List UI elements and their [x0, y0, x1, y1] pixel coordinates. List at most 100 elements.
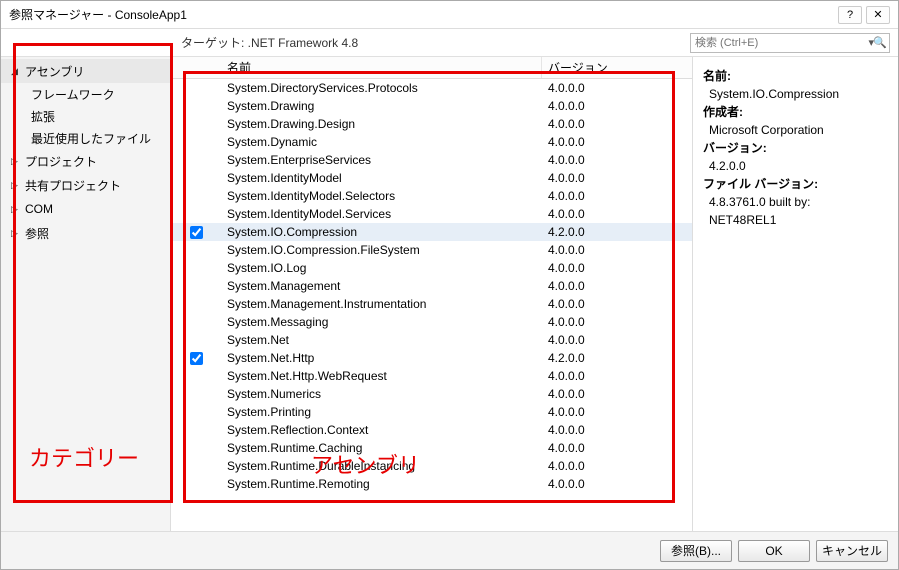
row-name: System.IdentityModel.Selectors — [221, 189, 542, 203]
row-version: 4.0.0.0 — [542, 423, 692, 437]
table-row[interactable]: System.Drawing4.0.0.0 — [171, 97, 692, 115]
row-name: System.Runtime.Remoting — [221, 477, 542, 491]
table-row[interactable]: System.IO.Compression4.2.0.0 — [171, 223, 692, 241]
table-row[interactable]: System.IO.Log4.0.0.0 — [171, 259, 692, 277]
detail-filever-label: ファイル バージョン: — [703, 177, 818, 191]
row-version: 4.0.0.0 — [542, 171, 692, 185]
row-version: 4.0.0.0 — [542, 333, 692, 347]
sidebar-label: 参照 — [25, 225, 49, 242]
sidebar-sub-framework[interactable]: フレームワーク — [1, 83, 170, 105]
row-version: 4.0.0.0 — [542, 459, 692, 473]
sidebar-item-browse[interactable]: ▷ 参照 — [1, 221, 170, 245]
table-row[interactable]: System.Net4.0.0.0 — [171, 331, 692, 349]
row-version: 4.0.0.0 — [542, 117, 692, 131]
row-version: 4.0.0.0 — [542, 189, 692, 203]
row-version: 4.0.0.0 — [542, 441, 692, 455]
sidebar-label: COM — [25, 202, 53, 216]
table-row[interactable]: System.IdentityModel4.0.0.0 — [171, 169, 692, 187]
table-row[interactable]: System.Numerics4.0.0.0 — [171, 385, 692, 403]
row-version: 4.0.0.0 — [542, 279, 692, 293]
chevron-right-icon: ▷ — [11, 180, 21, 191]
row-name: System.IdentityModel.Services — [221, 207, 542, 221]
row-name: System.IO.Log — [221, 261, 542, 275]
cancel-button[interactable]: キャンセル — [816, 540, 888, 562]
search-dropdown-icon[interactable]: ▾ — [868, 36, 874, 49]
table-row[interactable]: System.Net.Http.WebRequest4.0.0.0 — [171, 367, 692, 385]
target-label: ターゲット: .NET Framework 4.8 — [1, 34, 690, 51]
row-name: System.Drawing — [221, 99, 542, 113]
row-version: 4.2.0.0 — [542, 351, 692, 365]
row-version: 4.0.0.0 — [542, 207, 692, 221]
detail-version-label: バージョン: — [703, 141, 767, 155]
row-version: 4.0.0.0 — [542, 153, 692, 167]
table-row[interactable]: System.Management4.0.0.0 — [171, 277, 692, 295]
window-title: 参照マネージャー - ConsoleApp1 — [9, 6, 838, 23]
row-name: System.Drawing.Design — [221, 117, 542, 131]
table-row[interactable]: System.DirectoryServices.Protocols4.0.0.… — [171, 79, 692, 97]
column-checkbox — [171, 57, 221, 78]
row-name: System.Management — [221, 279, 542, 293]
row-version: 4.0.0.0 — [542, 369, 692, 383]
row-version: 4.0.0.0 — [542, 387, 692, 401]
table-row[interactable]: System.Printing4.0.0.0 — [171, 403, 692, 421]
chevron-right-icon: ▷ — [11, 204, 21, 215]
detail-author-value: Microsoft Corporation — [709, 123, 824, 137]
detail-filever-line1: 4.8.3761.0 built by: — [709, 195, 810, 209]
chevron-right-icon: ▷ — [11, 156, 21, 167]
detail-name-label: 名前: — [703, 69, 731, 83]
table-row[interactable]: System.Drawing.Design4.0.0.0 — [171, 115, 692, 133]
table-row[interactable]: System.Management.Instrumentation4.0.0.0 — [171, 295, 692, 313]
table-row[interactable]: System.IdentityModel.Services4.0.0.0 — [171, 205, 692, 223]
row-version: 4.0.0.0 — [542, 405, 692, 419]
table-row[interactable]: System.Dynamic4.0.0.0 — [171, 133, 692, 151]
row-version: 4.2.0.0 — [542, 225, 692, 239]
sidebar-item-assemblies[interactable]: ◢ アセンブリ — [1, 59, 170, 83]
table-row[interactable]: System.Reflection.Context4.0.0.0 — [171, 421, 692, 439]
row-name: System.Net.Http — [221, 351, 542, 365]
table-row[interactable]: System.IdentityModel.Selectors4.0.0.0 — [171, 187, 692, 205]
detail-name-value: System.IO.Compression — [709, 87, 839, 101]
row-checkbox[interactable] — [190, 352, 203, 365]
row-version: 4.0.0.0 — [542, 261, 692, 275]
column-header-version[interactable]: バージョン — [542, 57, 692, 78]
sidebar-sub-extensions[interactable]: 拡張 — [1, 105, 170, 127]
table-row[interactable]: System.Runtime.Caching4.0.0.0 — [171, 439, 692, 457]
sidebar-item-com[interactable]: ▷ COM — [1, 197, 170, 221]
row-name: System.IO.Compression — [221, 225, 542, 239]
sidebar-item-shared[interactable]: ▷ 共有プロジェクト — [1, 173, 170, 197]
help-button[interactable]: ? — [838, 6, 862, 24]
detail-version-value: 4.2.0.0 — [709, 159, 746, 173]
column-header-name[interactable]: 名前 — [221, 57, 542, 78]
row-name: System.Dynamic — [221, 135, 542, 149]
row-version: 4.0.0.0 — [542, 243, 692, 257]
row-version: 4.0.0.0 — [542, 297, 692, 311]
row-name: System.EnterpriseServices — [221, 153, 542, 167]
table-row[interactable]: System.Runtime.Remoting4.0.0.0 — [171, 475, 692, 493]
ok-button[interactable]: OK — [738, 540, 810, 562]
search-icon[interactable]: 🔍 — [873, 36, 887, 49]
row-name: System.DirectoryServices.Protocols — [221, 81, 542, 95]
sidebar: ◢ アセンブリ フレームワーク 拡張 最近使用したファイル ▷ プロジェクト ▷… — [1, 57, 171, 531]
row-name: System.Printing — [221, 405, 542, 419]
sidebar-label: アセンブリ — [25, 63, 84, 80]
table-row[interactable]: System.Runtime.DurableInstancing4.0.0.0 — [171, 457, 692, 475]
row-name: System.Net — [221, 333, 542, 347]
row-version: 4.0.0.0 — [542, 315, 692, 329]
browse-button[interactable]: 参照(B)... — [660, 540, 732, 562]
row-name: System.Reflection.Context — [221, 423, 542, 437]
table-row[interactable]: System.Messaging4.0.0.0 — [171, 313, 692, 331]
sidebar-sub-recent[interactable]: 最近使用したファイル — [1, 127, 170, 149]
table-row[interactable]: System.IO.Compression.FileSystem4.0.0.0 — [171, 241, 692, 259]
table-row[interactable]: System.EnterpriseServices4.0.0.0 — [171, 151, 692, 169]
row-name: System.Runtime.Caching — [221, 441, 542, 455]
search-input[interactable] — [690, 33, 890, 53]
chevron-down-icon: ◢ — [11, 66, 21, 77]
close-button[interactable]: ✕ — [866, 6, 890, 24]
row-checkbox[interactable] — [190, 226, 203, 239]
row-version: 4.0.0.0 — [542, 135, 692, 149]
sidebar-label: 共有プロジェクト — [25, 177, 121, 194]
sidebar-item-projects[interactable]: ▷ プロジェクト — [1, 149, 170, 173]
table-row[interactable]: System.Net.Http4.2.0.0 — [171, 349, 692, 367]
detail-filever-line2: NET48REL1 — [709, 213, 776, 227]
row-version: 4.0.0.0 — [542, 477, 692, 491]
